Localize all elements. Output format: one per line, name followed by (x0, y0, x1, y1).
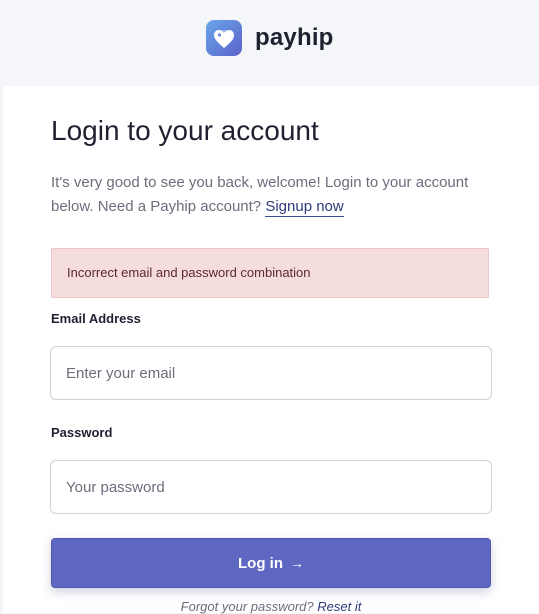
login-card: Login to your account It's very good to … (3, 86, 539, 614)
password-label: Password (51, 425, 113, 440)
welcome-subtitle: It's very good to see you back, welcome!… (51, 171, 471, 219)
login-button[interactable]: Log in → (51, 538, 491, 588)
welcome-text: It's very good to see you back, welcome!… (51, 174, 469, 215)
signup-link[interactable]: Signup now (265, 198, 344, 217)
forgot-password-row: Forgot your password? Reset it (3, 599, 539, 614)
password-field[interactable] (50, 460, 492, 514)
email-field[interactable] (50, 346, 492, 400)
forgot-password-text: Forgot your password? (180, 599, 314, 614)
page-title: Login to your account (51, 115, 319, 146)
login-button-label: Log in (238, 554, 283, 572)
brand-logo[interactable]: payhip (206, 20, 334, 56)
heart-tag-logo-icon (206, 20, 242, 56)
brand-name: payhip (255, 24, 334, 51)
top-header: payhip (0, 0, 539, 86)
reset-password-link[interactable]: Reset it (317, 599, 361, 614)
error-alert: Incorrect email and password combination (51, 248, 489, 298)
email-label: Email Address (51, 311, 141, 326)
arrow-right-icon: → (290, 555, 304, 571)
